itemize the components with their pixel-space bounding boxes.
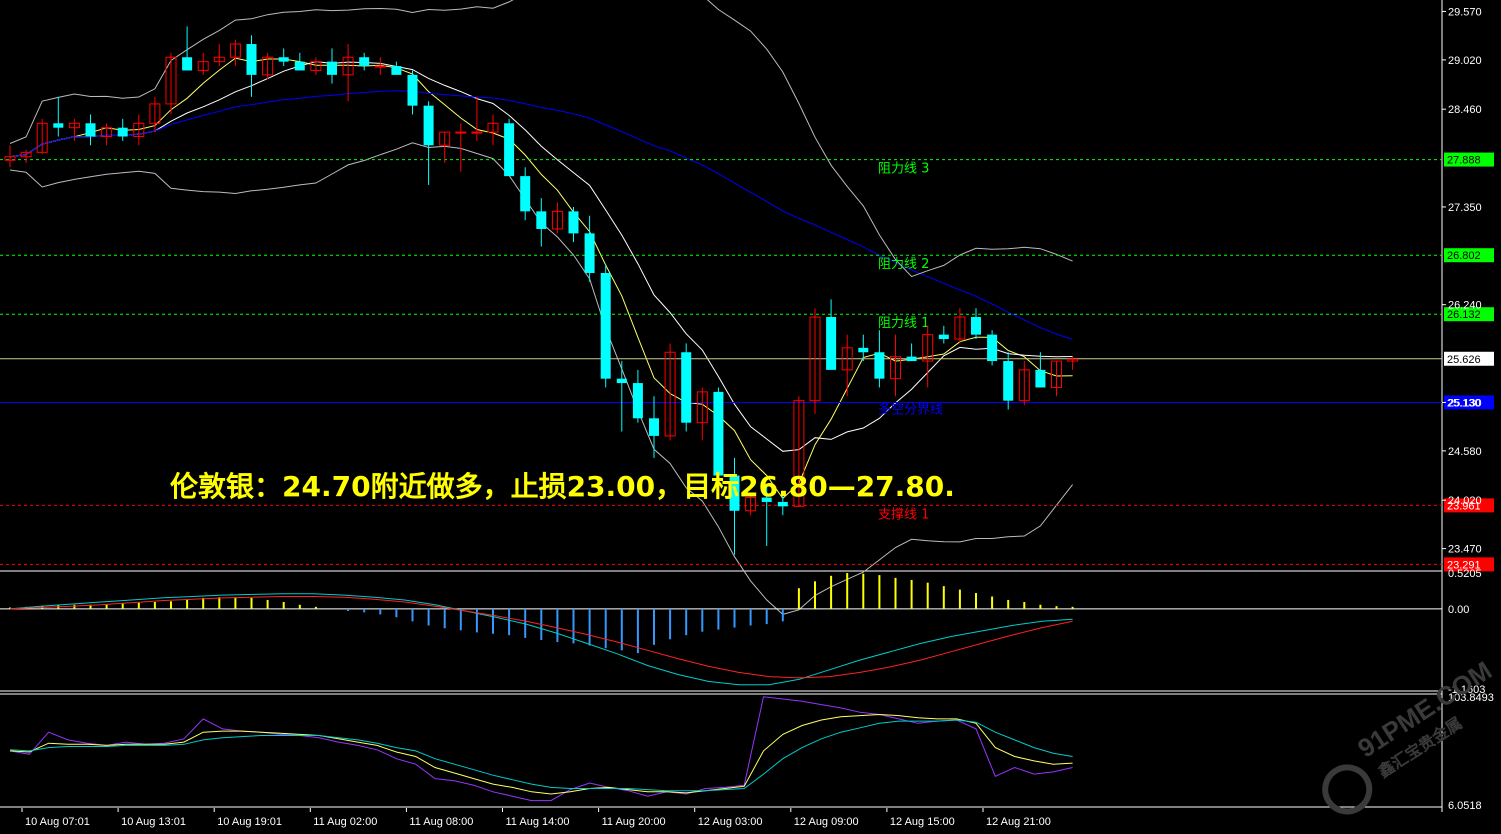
level-name: 阻力线 1 (878, 316, 929, 331)
price-tick-label: 26.240 (1448, 300, 1482, 312)
candle-body (536, 211, 547, 229)
price-tick-label: 25.130 (1448, 397, 1482, 409)
kdj-tick-label: 6.0518 (1448, 800, 1482, 812)
candle-body (423, 105, 434, 146)
level-badge-label: 26.802 (1447, 250, 1481, 262)
candle-body (374, 65, 386, 68)
candle-body (471, 131, 483, 134)
candle-body (391, 66, 402, 75)
time-tick-label: 12 Aug 03:00 (698, 816, 763, 828)
macd-tick-label: 0.5205 (1448, 568, 1482, 580)
candle-body (117, 127, 128, 137)
level-badge-label: 27.888 (1447, 155, 1481, 167)
price-tick-label: 27.350 (1448, 202, 1482, 214)
candle-body (938, 334, 949, 340)
candle-body (681, 352, 692, 423)
candle-body (1035, 369, 1046, 388)
candle-body (826, 317, 837, 370)
price-tick-label: 29.020 (1448, 55, 1482, 67)
candle-body (568, 211, 579, 234)
candle-body (858, 347, 869, 353)
price-tick-label: 23.470 (1448, 544, 1482, 556)
candle-body (713, 391, 724, 476)
time-tick-label: 11 Aug 14:00 (506, 816, 570, 828)
candle-body (85, 123, 96, 137)
level-badge-label: 25.626 (1447, 354, 1481, 366)
headline-text: 伦敦银：24.70附近做多，止损23.00，目标26.80—27.80. (170, 470, 955, 503)
price-tick-label: 29.570 (1448, 6, 1482, 18)
time-tick-label: 10 Aug 19:01 (217, 816, 282, 828)
chart-background (0, 0, 1501, 834)
time-tick-label: 12 Aug 09:00 (794, 816, 859, 828)
level-name: 支撑线 1 (878, 507, 929, 522)
candle-body (246, 44, 257, 75)
candle-body (182, 57, 193, 71)
time-tick-label: 10 Aug 13:01 (121, 816, 186, 828)
level-name: 阻力线 3 (878, 162, 929, 177)
candle-body (584, 233, 595, 273)
time-tick-label: 10 Aug 07:01 (25, 816, 90, 828)
candle-body (407, 74, 418, 106)
price-tick-label: 24.020 (1448, 495, 1482, 507)
candle-body (616, 378, 627, 384)
level-name: 多空分界线 (878, 401, 943, 417)
candle-body (504, 123, 515, 177)
time-tick-label: 12 Aug 15:00 (890, 816, 955, 828)
time-tick-label: 12 Aug 21:00 (986, 816, 1051, 828)
candle-body (53, 123, 64, 128)
silver-chart[interactable]: 阻力线 327.888阻力线 226.802阻力线 126.13225.626多… (0, 0, 1501, 834)
candle-body (987, 334, 998, 362)
time-tick-label: 11 Aug 20:00 (602, 816, 666, 828)
candle-body (874, 352, 885, 379)
time-tick-label: 11 Aug 02:00 (313, 816, 377, 828)
candle-body (294, 61, 305, 71)
candle-body (327, 61, 337, 75)
candle-body (649, 418, 659, 436)
candle-body (359, 57, 370, 67)
candle-body (632, 383, 643, 419)
candle-body (600, 272, 611, 379)
price-tick-label: 24.580 (1448, 446, 1482, 458)
candle-body (971, 317, 981, 335)
macd-tick-label: 0.00 (1448, 604, 1469, 616)
price-tick-label: 28.460 (1448, 104, 1482, 116)
time-tick-label: 11 Aug 08:00 (409, 816, 473, 828)
candle-body (278, 57, 289, 62)
level-name: 阻力线 2 (878, 257, 929, 272)
candle-body (520, 176, 531, 212)
candle-body (906, 356, 917, 362)
candle-body (455, 131, 467, 134)
candle-body (1003, 361, 1014, 401)
